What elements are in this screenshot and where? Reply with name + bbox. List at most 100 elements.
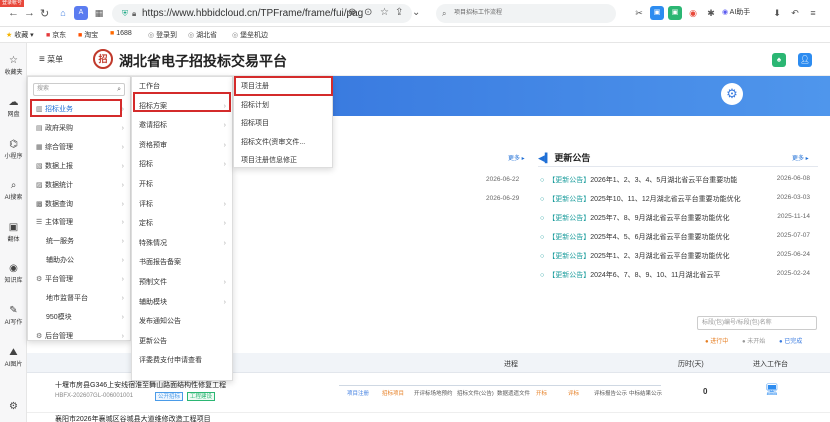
- bookmark-hubei[interactable]: ◎ 湖北省: [188, 30, 217, 40]
- menu3-item[interactable]: 招标计划: [234, 96, 334, 116]
- home-icon[interactable]: ⌂: [56, 6, 70, 20]
- chevron-right-icon: ›: [121, 124, 124, 132]
- rail-knowledge[interactable]: ◉ 知识库: [0, 263, 27, 284]
- notice-item[interactable]: ○ 【更新公告】2025年1、2、3月湖北省云平台重要功能优化 2025-06-24: [540, 251, 810, 263]
- zoom-icon[interactable]: ⊕: [348, 7, 356, 18]
- reload-icon[interactable]: ↻: [40, 7, 49, 20]
- rail-ai-writing[interactable]: ✎ AI写作: [0, 305, 27, 326]
- rail-mini-program[interactable]: ⌬ 小程序: [0, 139, 27, 160]
- menu-icon[interactable]: ≡: [806, 6, 820, 20]
- menu2-item[interactable]: 预制文件 ›: [132, 273, 234, 293]
- col-progress: 进程: [504, 361, 518, 368]
- menu2-item[interactable]: 开标: [132, 175, 234, 195]
- menu2-item-label: 特殊情况: [139, 239, 167, 247]
- bid-section-search-input[interactable]: 标段(包)编号/标段(包)名称: [697, 316, 817, 330]
- menu1-item[interactable]: ▧ 数据上报 ›: [28, 158, 132, 176]
- menu2-item[interactable]: 评委费支付申请查看: [132, 351, 234, 371]
- rail-favorites[interactable]: ☆ 收藏夹: [0, 55, 27, 76]
- menu2-item[interactable]: 评标 ›: [132, 195, 234, 215]
- menu2-item[interactable]: 邀请招标 ›: [132, 116, 234, 136]
- menu2-item[interactable]: 定标 ›: [132, 214, 234, 234]
- legend-not-started: ● 未开始: [742, 339, 766, 345]
- menu1-item[interactable]: ▩ 数据查询 ›: [28, 196, 132, 214]
- menu-search-input[interactable]: 搜索 ⌕: [33, 83, 125, 96]
- bookmark-1688[interactable]: ■ 1688: [110, 30, 132, 37]
- notice-item[interactable]: ○ 【更新公告】2025年7、8、9月湖北省云平台重要功能优化 2025-11-14: [540, 213, 810, 225]
- bookmark-jd[interactable]: ■ 京东: [46, 30, 66, 40]
- notification-bell-button[interactable]: ♠: [772, 53, 786, 67]
- extension-blue-icon[interactable]: ▣: [650, 6, 664, 20]
- menu3-item[interactable]: 招标文件(资审文件...: [234, 133, 334, 153]
- menu2-item[interactable]: 资格预审 ›: [132, 136, 234, 156]
- left-more-link[interactable]: 更多 ▸: [508, 153, 525, 162]
- notice-tag: 【更新公告】: [548, 196, 591, 203]
- notice-item[interactable]: ○ 【更新公告】2025年4、5、6月湖北省云平台重要功能优化 2025-07-07: [540, 232, 810, 244]
- menu1-item[interactable]: ⚙ 后台管理 ›: [28, 328, 132, 346]
- menu3-item[interactable]: 招标项目: [234, 114, 334, 134]
- menu1-item[interactable]: 统一服务 ›: [28, 233, 132, 251]
- undo-icon[interactable]: ↶: [788, 6, 802, 20]
- back-icon[interactable]: ←: [8, 7, 19, 19]
- bookmark-bastion[interactable]: ◎ 堡垒机边: [232, 30, 268, 40]
- table-row[interactable]: 襄阳市2026年襄城区谷城县大道维修改造工程项目: [27, 413, 830, 422]
- menu2-item[interactable]: 辅助模块 ›: [132, 293, 234, 313]
- star-icon[interactable]: ☆: [380, 7, 389, 18]
- rail-media[interactable]: ▣ 翻体: [0, 222, 27, 243]
- miniprogram-icon: ⌬: [9, 139, 18, 150]
- rail-cloud-drive[interactable]: ☁ 网盘: [0, 97, 27, 118]
- menu-item-icon: ▨: [36, 181, 43, 189]
- menu1-item[interactable]: ▦ 综合管理 ›: [28, 139, 132, 157]
- bookmark-taobao[interactable]: ■ 淘宝: [78, 30, 98, 40]
- bookmark-favorites[interactable]: ★ 收藏 ▾: [6, 30, 34, 40]
- notice-item[interactable]: ○ 【更新公告】2024年6、7、8、9、10、11月湖北省云平 2025-02-2…: [540, 270, 810, 282]
- grid-icon[interactable]: ▦: [92, 6, 106, 20]
- menu-button[interactable]: ≡ 菜单: [39, 54, 63, 65]
- translate-icon[interactable]: ⊙: [364, 7, 372, 18]
- extension-green-icon[interactable]: ▣: [668, 6, 682, 20]
- download-icon[interactable]: ⬇: [770, 6, 784, 20]
- forward-icon[interactable]: →: [24, 7, 35, 19]
- settings-gear-icon[interactable]: ⚙: [721, 83, 743, 105]
- notice-item[interactable]: ○ 【更新公告】2026年1、2、3、4、5月湖北省云平台重要功能 2026-06-…: [540, 175, 810, 187]
- menu3-item[interactable]: 项目注册信息修正: [234, 151, 334, 171]
- bookmark-login[interactable]: ◎ 登录到: [148, 30, 177, 40]
- menu2-item[interactable]: 发布通知公告: [132, 312, 234, 332]
- rail-settings[interactable]: ⚙: [0, 401, 27, 413]
- step-bid-document: 招标文件(公告): [457, 391, 494, 397]
- ai-assistant-button[interactable]: ◉ AI助手: [722, 6, 762, 20]
- menu2-item[interactable]: 特殊情况 ›: [132, 234, 234, 254]
- url-text: https://www.hbbidcloud.cn/TPFrame/frame/…: [142, 8, 364, 19]
- ai-browser-icon[interactable]: A: [74, 6, 88, 20]
- menu1-item[interactable]: 950模块 ›: [28, 309, 132, 327]
- notice-item[interactable]: ○ 【更新公告】2025年10、11、12月湖北省云平台重要功能优化 2026-03…: [540, 194, 810, 206]
- platform-logo: 招: [93, 49, 113, 69]
- notice-tag: 【更新公告】: [548, 272, 591, 279]
- menu1-item[interactable]: ▤ 政府采购 ›: [28, 120, 132, 138]
- dropdown-icon[interactable]: ⌄: [412, 7, 420, 18]
- cut-icon[interactable]: ✂: [632, 6, 646, 20]
- menu1-item[interactable]: ☰ 主体管理 ›: [28, 214, 132, 232]
- ai-assistant-icon: ◉: [722, 9, 729, 16]
- col-days: 历时(天): [678, 361, 704, 368]
- menu1-item[interactable]: 辅助办公 ›: [28, 252, 132, 270]
- globe-icon: ◎: [148, 32, 155, 39]
- menu2-item[interactable]: 更新公告: [132, 332, 234, 352]
- share-icon[interactable]: ⇪: [395, 7, 403, 18]
- extension-red-icon[interactable]: ◉: [686, 6, 700, 20]
- monitor-icon[interactable]: 🖥︎: [765, 383, 779, 396]
- user-profile-button[interactable]: 👤︎: [798, 53, 812, 67]
- browser-search-input[interactable]: ⌕ 项目招标工作流程: [436, 4, 616, 23]
- rail-ai-image[interactable]: ⛰ AI图片: [0, 347, 27, 368]
- menu2-item[interactable]: 书面报告备案: [132, 253, 234, 273]
- puzzle-icon[interactable]: ✱: [704, 6, 718, 20]
- menu1-item[interactable]: 地市监督平台 ›: [28, 290, 132, 308]
- project-name: 襄阳市2026年襄城区谷城县大道维修改造工程项目: [55, 416, 211, 422]
- menu1-item[interactable]: ▨ 数据统计 ›: [28, 177, 132, 195]
- menu2-item[interactable]: 招标 ›: [132, 155, 234, 175]
- chevron-right-icon: ›: [223, 200, 226, 208]
- pen-icon: ✎: [9, 305, 18, 316]
- menu1-item[interactable]: ⚙ 平台管理 ›: [28, 271, 132, 289]
- rail-ai-search[interactable]: ⌕ AI搜索: [0, 180, 27, 201]
- menu2-item-label: 招标: [139, 161, 153, 169]
- notice-more-link[interactable]: 更多 ▸: [792, 153, 809, 162]
